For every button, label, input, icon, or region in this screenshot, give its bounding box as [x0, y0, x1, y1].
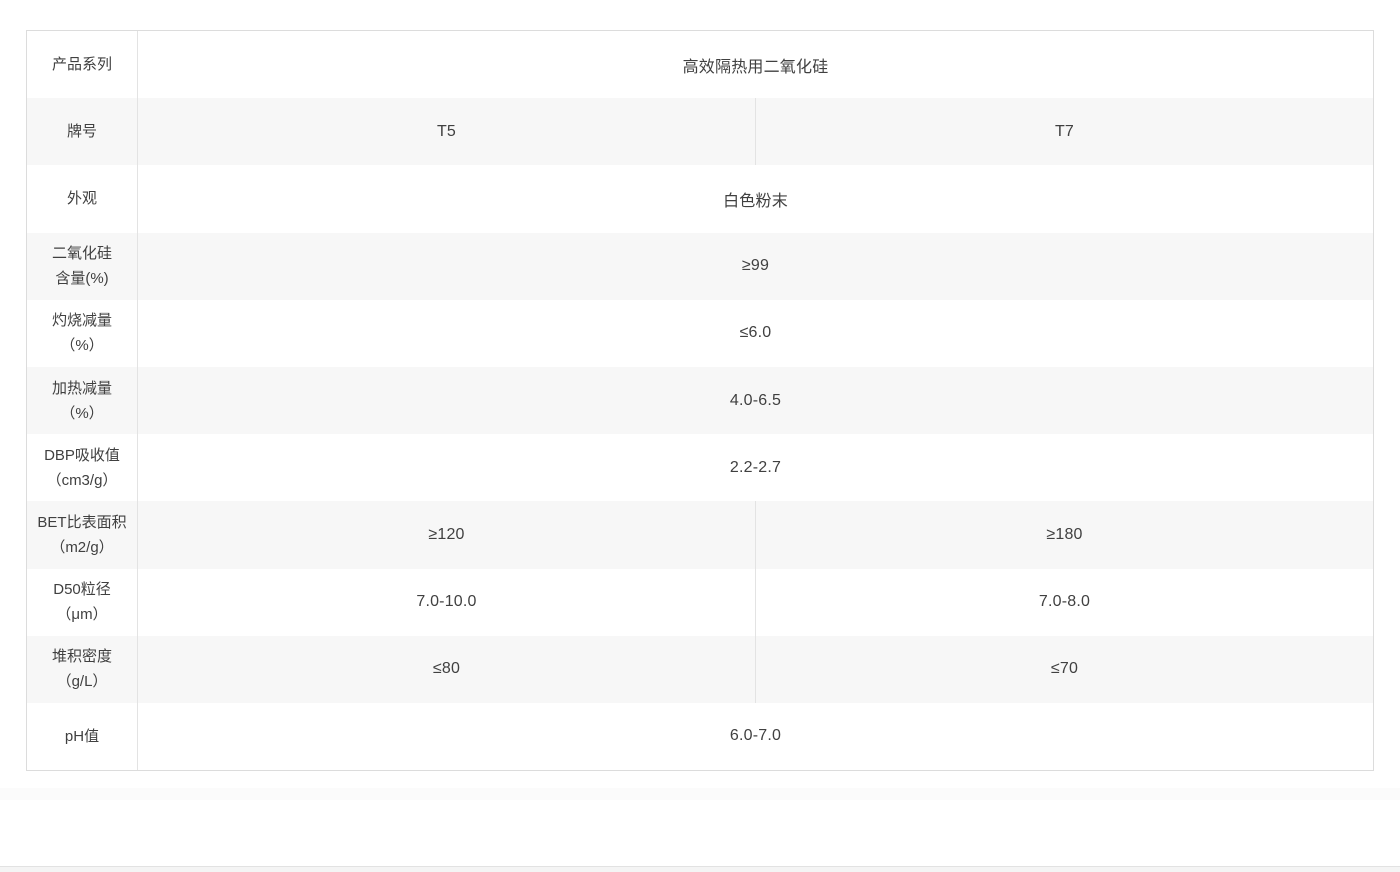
- row-value-t5: ≥120: [138, 501, 756, 568]
- row-label: BET比表面积 （m2/g）: [27, 501, 138, 568]
- faint-background-band: [0, 788, 1400, 800]
- table-row-bet-surface-area: BET比表面积 （m2/g） ≥120 ≥180: [27, 501, 1373, 568]
- table-row-product-series: 产品系列 高效隔热用二氧化硅: [27, 31, 1373, 98]
- row-value: 高效隔热用二氧化硅: [138, 31, 1373, 98]
- row-label-text: 牌号: [67, 119, 97, 144]
- row-value-t7: T7: [756, 98, 1373, 165]
- row-label: 堆积密度 （g/L）: [27, 636, 138, 703]
- row-value-t7: 7.0-8.0: [756, 569, 1373, 636]
- row-label: 加热减量 （%）: [27, 367, 138, 434]
- row-label-text: 堆积密度: [52, 644, 112, 669]
- row-label-text: D50粒径: [53, 577, 111, 602]
- row-label: 外观: [27, 165, 138, 232]
- row-label: DBP吸收值 （cm3/g）: [27, 434, 138, 501]
- row-value-t5: T5: [138, 98, 756, 165]
- row-label-text: 产品系列: [52, 52, 112, 77]
- white-highlight-artifact: [646, 78, 688, 94]
- row-label-text: 灼烧减量: [52, 308, 112, 333]
- table-row-ph-value: pH值 6.0-7.0: [27, 703, 1373, 770]
- row-label: 灼烧减量 （%）: [27, 300, 138, 367]
- table-row-appearance: 外观 白色粉末: [27, 165, 1373, 232]
- product-spec-table: 产品系列 高效隔热用二氧化硅 牌号 T5 T7 外观 白色粉末 二氧化硅 含量(…: [26, 30, 1374, 771]
- row-label: 牌号: [27, 98, 138, 165]
- table-row-loss-on-heating: 加热减量 （%） 4.0-6.5: [27, 367, 1373, 434]
- row-label-text: 外观: [67, 186, 97, 211]
- row-value-t7: ≥180: [756, 501, 1373, 568]
- row-value: ≤6.0: [138, 300, 1373, 367]
- row-value: 2.2-2.7: [138, 434, 1373, 501]
- row-label: 二氧化硅 含量(%): [27, 233, 138, 300]
- row-value-t7: ≤70: [756, 636, 1373, 703]
- row-value: 白色粉末: [138, 165, 1373, 232]
- row-value-t5: 7.0-10.0: [138, 569, 756, 636]
- row-label: pH值: [27, 703, 138, 770]
- table-row-loss-on-ignition: 灼烧减量 （%） ≤6.0: [27, 300, 1373, 367]
- table-row-grade: 牌号 T5 T7: [27, 98, 1373, 165]
- row-label: D50粒径 （μm）: [27, 569, 138, 636]
- row-value: 6.0-7.0: [138, 703, 1373, 770]
- row-label: 产品系列: [27, 31, 138, 98]
- row-label-text: BET比表面积: [37, 510, 126, 535]
- row-label-text: 二氧化硅: [52, 241, 112, 266]
- row-label-text: DBP吸收值: [44, 443, 120, 468]
- footer-edge-line: [0, 866, 1400, 872]
- table-row-dbp-absorption: DBP吸收值 （cm3/g） 2.2-2.7: [27, 434, 1373, 501]
- table-row-silica-content: 二氧化硅 含量(%) ≥99: [27, 233, 1373, 300]
- row-value: 4.0-6.5: [138, 367, 1373, 434]
- table-row-d50-particle-size: D50粒径 （μm） 7.0-10.0 7.0-8.0: [27, 569, 1373, 636]
- row-label-text: pH值: [65, 724, 99, 749]
- table-row-bulk-density: 堆积密度 （g/L） ≤80 ≤70: [27, 636, 1373, 703]
- row-value-t5: ≤80: [138, 636, 756, 703]
- row-value: ≥99: [138, 233, 1373, 300]
- row-label-text: 加热减量: [52, 376, 112, 401]
